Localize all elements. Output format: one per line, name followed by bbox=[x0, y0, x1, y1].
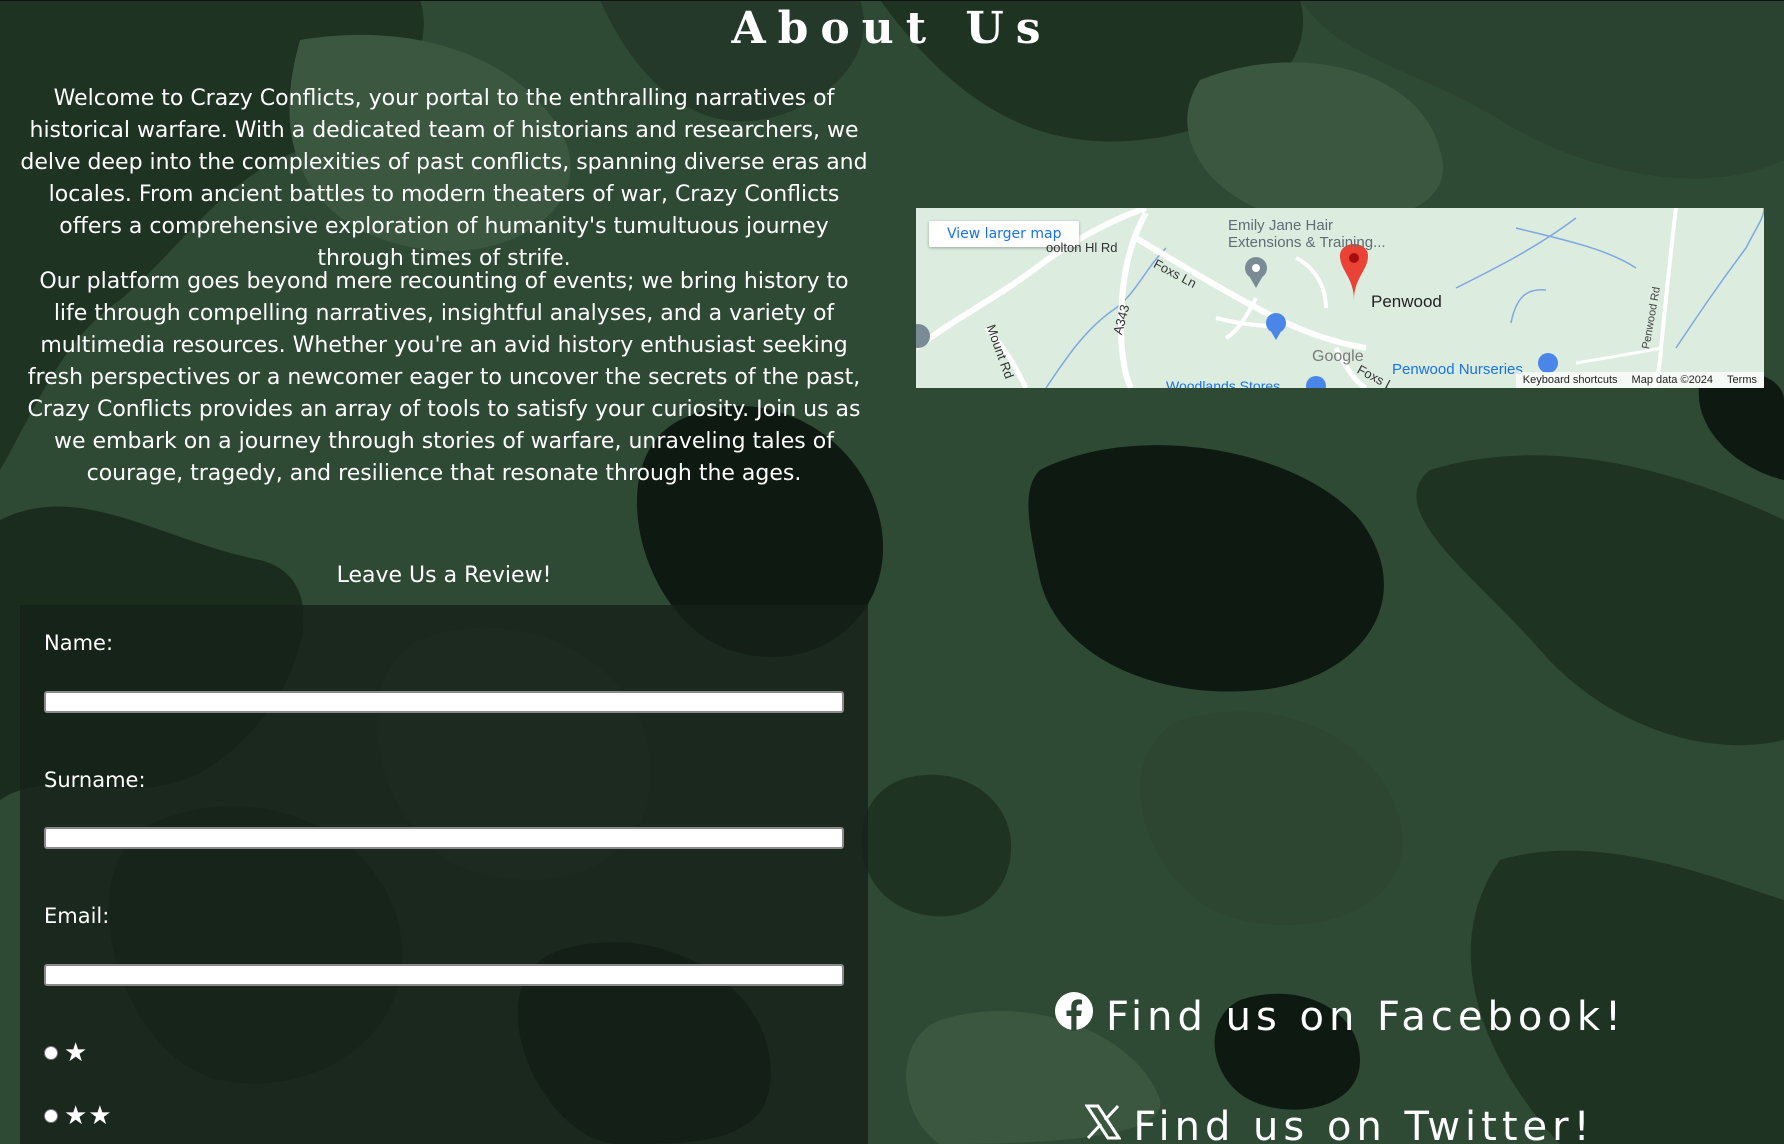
facebook-link[interactable]: Find us on Facebook! bbox=[916, 990, 1764, 1043]
about-paragraph-1: Welcome to Crazy Conflicts, your portal … bbox=[20, 86, 868, 271]
terms-link[interactable]: Terms bbox=[1720, 372, 1764, 388]
map-data-text: Map data ©2024 bbox=[1631, 374, 1714, 386]
map-label-business-2: Extensions & Training... bbox=[1228, 234, 1386, 251]
about-paragraph-2: Our platform goes beyond mere recounting… bbox=[27, 269, 861, 486]
star-icon: ★ bbox=[64, 1038, 89, 1068]
rating-radio-1[interactable] bbox=[44, 1046, 58, 1060]
x-twitter-icon bbox=[1084, 1102, 1123, 1144]
review-heading: Leave Us a Review! bbox=[336, 563, 552, 588]
name-label: Name: bbox=[44, 631, 114, 655]
map-label-road-1: oolton Hl Rd bbox=[1046, 240, 1118, 255]
keyboard-shortcuts-link[interactable]: Keyboard shortcuts bbox=[1516, 372, 1625, 388]
email-input[interactable] bbox=[44, 964, 844, 986]
email-label: Email: bbox=[44, 904, 110, 928]
map-label-place: Penwood bbox=[1371, 292, 1442, 311]
page-title: About Us bbox=[731, 3, 1053, 54]
review-form: Name: Surname: Email: ★ ★★ bbox=[20, 605, 868, 1144]
name-input[interactable] bbox=[44, 691, 844, 713]
map-label-store: Woodlands Stores bbox=[1166, 378, 1281, 388]
map-label-nursery: Penwood Nurseries bbox=[1392, 361, 1523, 378]
map-footer: Keyboard shortcuts Map data ©2024 Terms bbox=[1515, 372, 1764, 388]
twitter-link-text[interactable]: Find us on Twitter! bbox=[1133, 1104, 1594, 1144]
map-label-business: Emily Jane Hair bbox=[1228, 217, 1334, 234]
twitter-link[interactable]: Find us on Twitter! bbox=[916, 1100, 1764, 1144]
rating-option-1[interactable]: ★ bbox=[44, 1039, 88, 1067]
rating-option-2[interactable]: ★★ bbox=[44, 1102, 113, 1130]
about-page: About Us Welcome to Crazy Conflicts, you… bbox=[0, 0, 1784, 1144]
facebook-icon bbox=[1054, 991, 1094, 1043]
star-icon: ★★ bbox=[64, 1101, 113, 1131]
google-logo: Google bbox=[1312, 348, 1364, 365]
surname-input[interactable] bbox=[44, 827, 844, 849]
rating-radio-2[interactable] bbox=[44, 1109, 58, 1123]
embedded-map[interactable]: View larger map Emily Jane Hair Extensio… bbox=[916, 208, 1764, 388]
surname-label: Surname: bbox=[44, 768, 146, 792]
top-border bbox=[0, 0, 1784, 1]
facebook-link-text[interactable]: Find us on Facebook! bbox=[1106, 994, 1626, 1040]
